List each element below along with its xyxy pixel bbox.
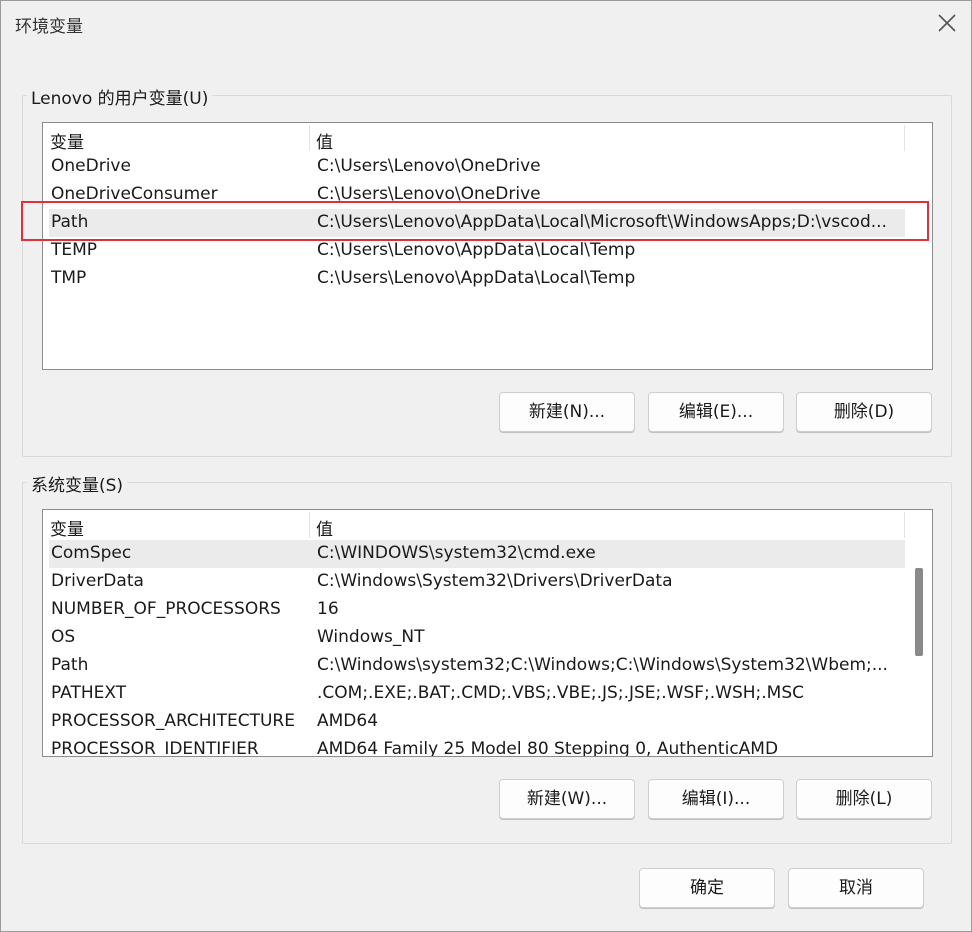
column-separator[interactable] (309, 512, 310, 538)
column-separator[interactable] (309, 125, 310, 151)
variable-value: C:\Windows\system32;C:\Windows;C:\Window… (317, 655, 888, 675)
variable-name: Path (51, 655, 89, 675)
variable-value: C:\Windows\System32\Drivers\DriverData (317, 571, 673, 591)
table-row[interactable]: PROCESSOR_IDENTIFIER AMD64 Family 25 Mod… (49, 736, 905, 757)
variable-name: OneDrive (51, 156, 131, 176)
variable-name: OS (51, 627, 76, 647)
table-row[interactable]: TEMP C:\Users\Lenovo\AppData\Local\Temp (49, 237, 905, 265)
system-variables-label: 系统变量(S) (27, 471, 128, 496)
column-separator[interactable] (904, 125, 905, 151)
table-row[interactable]: PROCESSOR_ARCHITECTURE AMD64 (49, 708, 905, 736)
system-variables-list[interactable]: 变量 值 ComSpec C:\WINDOWS\system32\cmd.exe… (42, 509, 933, 757)
variable-value: 16 (317, 599, 339, 619)
table-row[interactable]: Path C:\Windows\system32;C:\Windows;C:\W… (49, 652, 905, 680)
user-edit-button[interactable]: 编辑(E)... (648, 392, 784, 432)
variable-value: AMD64 (317, 711, 379, 731)
variable-name: TMP (51, 268, 87, 288)
user-delete-button[interactable]: 删除(D) (796, 392, 932, 432)
title-bar: 环境变量 (1, 1, 971, 45)
table-row[interactable]: OS Windows_NT (49, 624, 905, 652)
table-row[interactable]: NUMBER_OF_PROCESSORS 16 (49, 596, 905, 624)
system-list-header: 变量 值 (43, 510, 932, 540)
ok-button[interactable]: 确定 (639, 868, 775, 908)
table-row[interactable]: OneDrive C:\Users\Lenovo\OneDrive (49, 153, 905, 181)
scrollbar-thumb[interactable] (915, 568, 923, 656)
user-list-header: 变量 值 (43, 123, 932, 153)
cancel-button[interactable]: 取消 (788, 868, 924, 908)
variable-name: PATHEXT (51, 683, 127, 703)
path-highlight-annotation (21, 201, 929, 241)
column-header-variable[interactable]: 变量 (50, 515, 84, 540)
close-icon (938, 14, 956, 32)
user-variables-list[interactable]: 变量 值 OneDrive C:\Users\Lenovo\OneDrive O… (42, 122, 933, 370)
variable-value: C:\Users\Lenovo\OneDrive (317, 156, 541, 176)
system-new-button[interactable]: 新建(W)... (499, 779, 635, 819)
variable-value: C:\Users\Lenovo\AppData\Local\Temp (317, 268, 636, 288)
user-variables-label: Lenovo 的用户变量(U) (27, 84, 213, 109)
variable-name: PROCESSOR_IDENTIFIER (51, 739, 259, 757)
variable-name: PROCESSOR_ARCHITECTURE (51, 711, 295, 731)
table-row-selected[interactable]: ComSpec C:\WINDOWS\system32\cmd.exe (49, 540, 905, 568)
variable-value: Windows_NT (317, 627, 425, 647)
variable-value: C:\WINDOWS\system32\cmd.exe (317, 543, 596, 563)
close-button[interactable] (929, 5, 965, 41)
environment-variables-dialog: 环境变量 Lenovo 的用户变量(U) 变量 值 OneDrive C:\Us… (0, 0, 972, 932)
system-edit-button[interactable]: 编辑(I)... (648, 779, 784, 819)
dialog-title: 环境变量 (15, 17, 83, 37)
variable-name: DriverData (51, 571, 144, 591)
variable-value: AMD64 Family 25 Model 80 Stepping 0, Aut… (317, 739, 779, 757)
table-row[interactable]: PATHEXT .COM;.EXE;.BAT;.CMD;.VBS;.VBE;.J… (49, 680, 905, 708)
variable-name: NUMBER_OF_PROCESSORS (51, 599, 281, 619)
table-row[interactable]: DriverData C:\Windows\System32\Drivers\D… (49, 568, 905, 596)
vertical-scrollbar[interactable] (905, 540, 931, 756)
column-separator[interactable] (904, 512, 905, 538)
variable-value: .COM;.EXE;.BAT;.CMD;.VBS;.VBE;.JS;.JSE;.… (317, 683, 805, 703)
system-delete-button[interactable]: 删除(L) (796, 779, 932, 819)
variable-value: C:\Users\Lenovo\AppData\Local\Temp (317, 240, 636, 260)
column-header-value[interactable]: 值 (316, 128, 333, 153)
variable-name: TEMP (51, 240, 98, 260)
table-row[interactable]: TMP C:\Users\Lenovo\AppData\Local\Temp (49, 265, 905, 293)
column-header-variable[interactable]: 变量 (50, 128, 84, 153)
user-new-button[interactable]: 新建(N)... (499, 392, 635, 432)
column-header-value[interactable]: 值 (316, 515, 333, 540)
variable-name: ComSpec (51, 543, 132, 563)
